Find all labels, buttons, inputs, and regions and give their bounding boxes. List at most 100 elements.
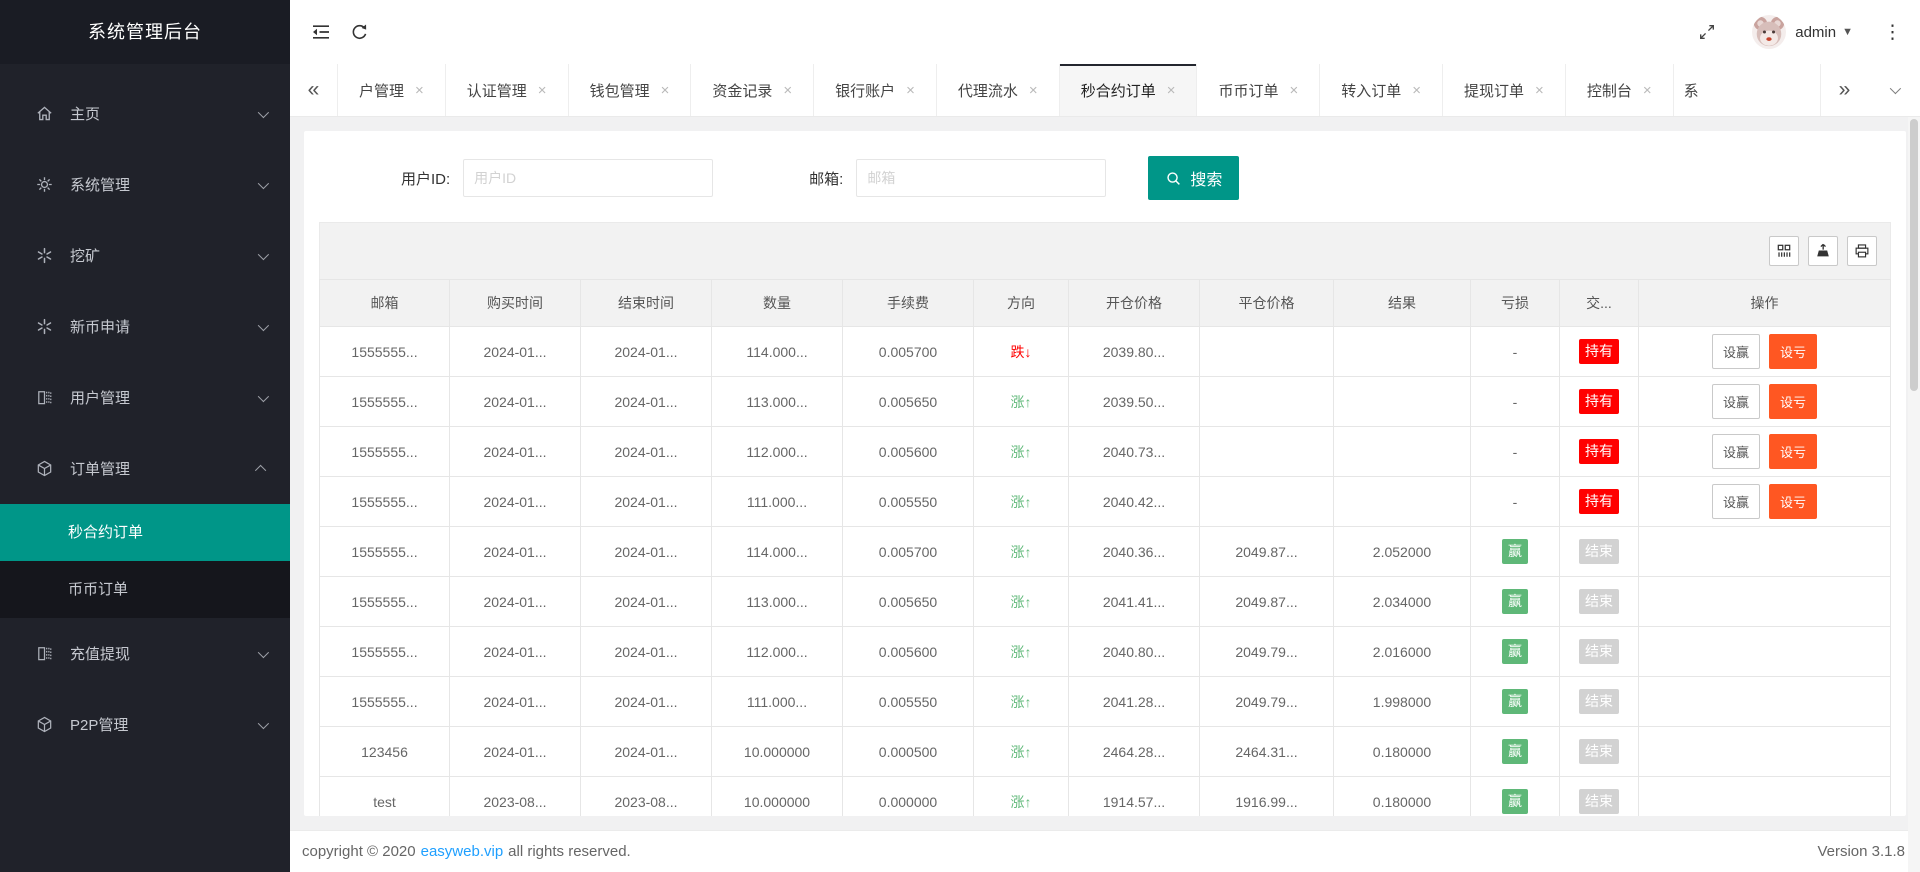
collapse-sidebar-icon[interactable] [302, 13, 340, 51]
tab-close-icon[interactable]: × [1289, 82, 1298, 99]
cell-status: 持有 [1560, 327, 1639, 377]
user-id-input[interactable] [463, 159, 713, 197]
tab-close-icon[interactable]: × [1412, 82, 1421, 99]
columns-filter-button[interactable] [1769, 236, 1799, 266]
tab[interactable]: 认证管理× [446, 64, 569, 116]
print-button[interactable] [1847, 236, 1877, 266]
email-input[interactable] [856, 159, 1106, 197]
tab[interactable]: 户管理× [338, 64, 446, 116]
user-id-label: 用户ID: [401, 168, 450, 189]
cell-open-price: 2039.80... [1069, 327, 1200, 377]
tab-close-icon[interactable]: × [415, 82, 424, 99]
table-row: 1555555...2024-01...2024-01...114.000...… [320, 527, 1891, 577]
fullscreen-icon[interactable] [1688, 13, 1726, 51]
sidebar-item[interactable]: 充值提现 [0, 618, 290, 689]
more-menu-icon[interactable]: ⋮ [1883, 23, 1902, 42]
tab-label: 秒合约订单 [1081, 80, 1156, 101]
set-lose-button[interactable]: 设亏 [1769, 334, 1817, 369]
cell-close-price [1200, 427, 1334, 477]
tab[interactable]: 转入订单× [1320, 64, 1443, 116]
tab-close-icon[interactable]: × [1643, 82, 1652, 99]
sidebar-item[interactable]: P2P管理 [0, 689, 290, 760]
username: admin [1795, 24, 1836, 41]
cell-buy-time: 2024-01... [450, 627, 581, 677]
status-badge: 持有 [1579, 489, 1619, 513]
refresh-icon[interactable] [340, 13, 378, 51]
set-win-button[interactable]: 设赢 [1712, 384, 1760, 419]
tab-close-icon[interactable]: × [538, 82, 547, 99]
tab[interactable]: 提现订单× [1443, 64, 1566, 116]
sidebar-item[interactable]: 主页 [0, 78, 290, 149]
cell-status: 结束 [1560, 527, 1639, 577]
table-row: test2023-08...2023-08...10.0000000.00000… [320, 777, 1891, 817]
avatar[interactable] [1752, 15, 1786, 49]
cell-status: 持有 [1560, 377, 1639, 427]
cell-end-time: 2024-01... [581, 727, 712, 777]
set-lose-button[interactable]: 设亏 [1769, 484, 1817, 519]
set-win-button[interactable]: 设赢 [1712, 484, 1760, 519]
tabs-scroll-right-button[interactable]: » [1820, 64, 1868, 116]
tab-close-icon[interactable]: × [783, 82, 792, 99]
cell-result: 2.034000 [1334, 577, 1471, 627]
cell-close-price: 2049.87... [1200, 527, 1334, 577]
tab-close-icon[interactable]: × [1029, 82, 1038, 99]
content-area: 用户ID: 邮箱: 搜索 [290, 117, 1920, 830]
set-lose-button[interactable]: 设亏 [1769, 384, 1817, 419]
search-button[interactable]: 搜索 [1148, 156, 1239, 200]
tab[interactable]: 系 [1674, 64, 1710, 116]
cell-close-price: 2464.31... [1200, 727, 1334, 777]
cell-open-price: 2040.80... [1069, 627, 1200, 677]
export-button[interactable] [1808, 236, 1838, 266]
sidebar-item[interactable]: 订单管理 [0, 433, 290, 504]
cell-end-time: 2024-01... [581, 377, 712, 427]
sidebar-item[interactable]: 用户管理 [0, 362, 290, 433]
table-toolbar [319, 222, 1891, 279]
scrollbar-thumb[interactable] [1910, 119, 1918, 391]
tabs-scroll-left-button[interactable]: « [290, 64, 338, 116]
sidebar-item-label: 系统管理 [70, 174, 258, 195]
cell-buy-time: 2024-01... [450, 477, 581, 527]
set-win-button[interactable]: 设赢 [1712, 434, 1760, 469]
tab-close-icon[interactable]: × [1535, 82, 1544, 99]
chevron-down-icon [258, 106, 269, 117]
tabs-dropdown-button[interactable] [1868, 64, 1920, 116]
chevron-down-icon: ▼ [1842, 26, 1853, 38]
book-icon [34, 644, 54, 664]
sidebar-item[interactable]: 系统管理 [0, 149, 290, 220]
set-win-button[interactable]: 设赢 [1712, 334, 1760, 369]
sidebar-subitem[interactable]: 币币订单 [0, 561, 290, 618]
cell-actions [1639, 777, 1891, 817]
search-form: 用户ID: 邮箱: 搜索 [319, 131, 1891, 222]
win-badge: 赢 [1502, 639, 1528, 663]
direction-up-label: 涨↑ [1011, 594, 1032, 610]
column-header: 操作 [1639, 280, 1891, 327]
set-lose-button[interactable]: 设亏 [1769, 434, 1817, 469]
cell-actions [1639, 727, 1891, 777]
easyweb-link[interactable]: easyweb.vip [421, 843, 504, 860]
engine-icon [34, 317, 54, 337]
tab[interactable]: 控制台× [1566, 64, 1674, 116]
cell-status: 持有 [1560, 427, 1639, 477]
orders-table: 邮箱购买时间结束时间数量手续费方向开仓价格平仓价格结果亏损交...操作 1555… [319, 279, 1891, 816]
tab[interactable]: 代理流水× [937, 64, 1060, 116]
sidebar-item[interactable]: 新币申请 [0, 291, 290, 362]
sidebar-item[interactable]: 挖矿 [0, 220, 290, 291]
tab-close-icon[interactable]: × [1167, 82, 1176, 99]
column-header: 平仓价格 [1200, 280, 1334, 327]
user-menu[interactable]: admin ▼ [1795, 24, 1853, 41]
tab[interactable]: 秒合约订单 × [1060, 64, 1198, 116]
chevron-down-icon [258, 177, 269, 188]
sidebar-subitem[interactable]: 秒合约订单 [0, 504, 290, 561]
vertical-scrollbar[interactable] [1908, 117, 1920, 872]
cell-end-time: 2024-01... [581, 427, 712, 477]
tab-close-icon[interactable]: × [661, 82, 670, 99]
cell-status: 结束 [1560, 627, 1639, 677]
tab[interactable]: 钱包管理× [569, 64, 692, 116]
win-badge: 赢 [1502, 789, 1528, 813]
search-icon [1165, 170, 1182, 187]
tab-close-icon[interactable]: × [906, 82, 915, 99]
tab[interactable]: 资金记录× [691, 64, 814, 116]
tab[interactable]: 币币订单× [1197, 64, 1320, 116]
direction-up-label: 涨↑ [1011, 794, 1032, 810]
tab[interactable]: 银行账户× [814, 64, 937, 116]
